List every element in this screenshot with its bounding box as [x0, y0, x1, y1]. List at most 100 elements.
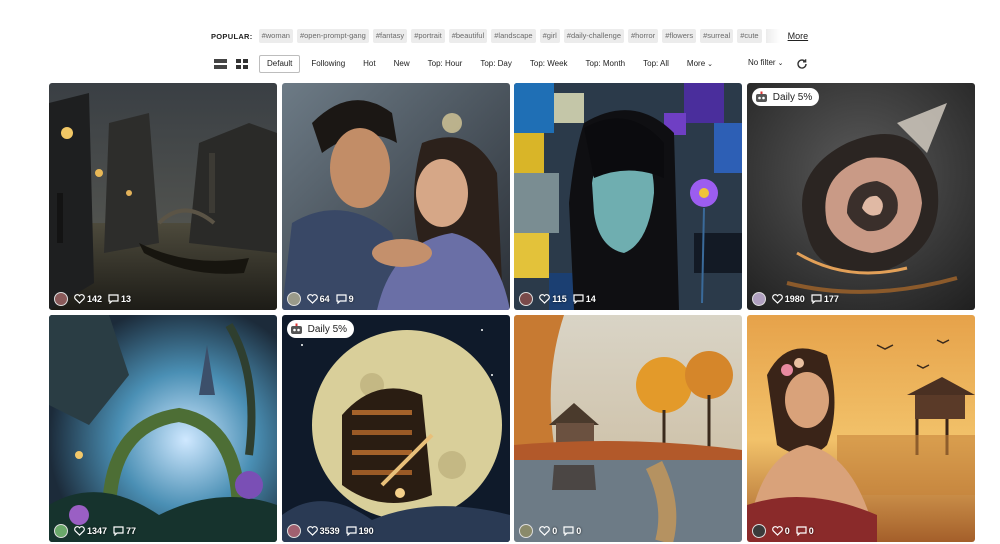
user-avatar[interactable] [54, 292, 68, 306]
card-stats: 115 14 [519, 292, 602, 306]
user-avatar[interactable] [519, 292, 534, 306]
tab-following[interactable]: Following [304, 56, 352, 72]
tag-cute[interactable]: #cute [737, 29, 762, 43]
tag-flowers[interactable]: #flowers [662, 29, 697, 43]
like-count: 3539 [319, 526, 340, 536]
image-artwork [514, 83, 743, 310]
card-stats: 0 0 [751, 524, 820, 538]
image-artwork [746, 83, 975, 310]
tab-top-hour[interactable]: Top: Hour [421, 56, 470, 72]
comment-count: 9 [348, 294, 354, 304]
grid-view-icon[interactable] [235, 58, 249, 70]
like-count: 1347 [87, 526, 108, 536]
comment-count: 190 [358, 526, 374, 536]
tag-daily-challenge[interactable]: #daily-challenge [563, 29, 624, 43]
heart-icon[interactable] [74, 526, 85, 536]
comment-count: 0 [808, 526, 814, 536]
comment-icon[interactable] [113, 526, 124, 536]
tags-fade-overflow [765, 29, 780, 43]
comment-icon[interactable] [573, 294, 584, 304]
filter-label: No filter [748, 58, 776, 67]
tab-more-dropdown[interactable]: More ⌄ [680, 56, 720, 73]
tab-hot[interactable]: Hot [356, 56, 382, 72]
image-card[interactable]: Daily 5% 1980 177 [746, 83, 975, 310]
tag-open-prompt-gang[interactable]: #open-prompt-gang [296, 29, 369, 43]
tab-new[interactable]: New [387, 56, 417, 72]
robot-icon [755, 91, 767, 102]
image-card[interactable]: 0 0 [514, 315, 743, 542]
image-artwork [281, 315, 510, 542]
heart-icon[interactable] [539, 526, 551, 536]
comment-count: 13 [121, 294, 132, 304]
sort-toolbar: Default Following Hot New Top: Hour Top:… [213, 55, 820, 73]
comment-icon[interactable] [336, 294, 347, 304]
tab-top-week[interactable]: Top: Week [523, 56, 575, 72]
comment-count: 177 [823, 294, 839, 304]
image-card[interactable]: 64 9 [281, 83, 510, 310]
tag-woman[interactable]: #woman [258, 29, 293, 43]
tab-top-month[interactable]: Top: Month [579, 56, 633, 72]
comment-icon[interactable] [108, 294, 119, 304]
daily-badge-label: Daily 5% [772, 91, 813, 103]
card-stats: 1347 77 [54, 524, 142, 538]
like-count: 0 [552, 526, 558, 536]
image-card[interactable]: 0 0 [746, 315, 975, 542]
image-grid: 142 13 64 9 115 14 Daily 5% 1980 177 134… [49, 83, 975, 542]
heart-icon[interactable] [74, 294, 85, 304]
image-artwork [514, 315, 743, 542]
daily-badge[interactable]: Daily 5% [751, 88, 820, 106]
list-view-icon[interactable] [213, 58, 227, 70]
tab-more-label: More [686, 58, 706, 68]
comment-icon[interactable] [811, 294, 822, 304]
user-avatar[interactable] [54, 524, 68, 538]
heart-icon[interactable] [771, 526, 783, 536]
heart-icon[interactable] [306, 526, 318, 536]
tag-girl[interactable]: #girl [539, 29, 560, 43]
chevron-down-icon: ⌄ [707, 60, 714, 68]
comment-icon[interactable] [796, 526, 807, 536]
filter-dropdown[interactable]: No filter ⌄ [748, 58, 783, 67]
like-count: 0 [784, 526, 790, 536]
tab-top-all[interactable]: Top: All [636, 56, 676, 72]
comment-icon[interactable] [346, 526, 357, 536]
comment-count: 77 [126, 526, 137, 536]
user-avatar[interactable] [286, 292, 301, 306]
popular-label: POPULAR: [211, 31, 253, 41]
heart-icon[interactable] [771, 294, 783, 304]
like-count: 1980 [784, 294, 805, 304]
user-avatar[interactable] [751, 524, 766, 538]
tab-top-day[interactable]: Top: Day [473, 56, 519, 72]
card-stats: 0 0 [519, 524, 587, 538]
image-card[interactable]: Daily 5% 3539 190 [281, 315, 510, 542]
card-stats: 3539 190 [286, 524, 380, 538]
image-artwork [281, 83, 510, 310]
heart-icon[interactable] [306, 294, 318, 304]
image-card[interactable]: 142 13 [49, 83, 277, 310]
tag-surreal[interactable]: #surreal [700, 29, 734, 43]
card-stats: 142 13 [54, 292, 137, 306]
tab-default[interactable]: Default [259, 55, 301, 73]
comment-icon[interactable] [563, 526, 574, 536]
user-avatar[interactable] [286, 524, 301, 538]
user-avatar[interactable] [751, 292, 766, 306]
tag-portrait[interactable]: #portrait [411, 29, 445, 43]
heart-icon[interactable] [539, 294, 551, 304]
tag-landscape[interactable]: #landscape [491, 29, 536, 43]
image-card[interactable]: 115 14 [514, 83, 743, 310]
tag-horror[interactable]: #horror [628, 29, 659, 43]
image-artwork [49, 315, 277, 542]
like-count: 142 [87, 294, 103, 304]
tag-beautiful[interactable]: #beautiful [448, 29, 488, 43]
robot-icon [290, 323, 302, 334]
user-avatar[interactable] [519, 524, 534, 538]
tag-fantasy[interactable]: #fantasy [372, 29, 408, 43]
like-count: 64 [319, 294, 330, 304]
image-artwork [49, 83, 277, 310]
more-tags-link[interactable]: More [788, 31, 809, 41]
refresh-icon[interactable] [796, 57, 808, 69]
image-artwork [746, 315, 975, 542]
like-count: 115 [552, 294, 567, 304]
daily-badge[interactable]: Daily 5% [286, 320, 355, 338]
comment-count: 14 [585, 294, 596, 304]
image-card[interactable]: 1347 77 [49, 315, 277, 542]
